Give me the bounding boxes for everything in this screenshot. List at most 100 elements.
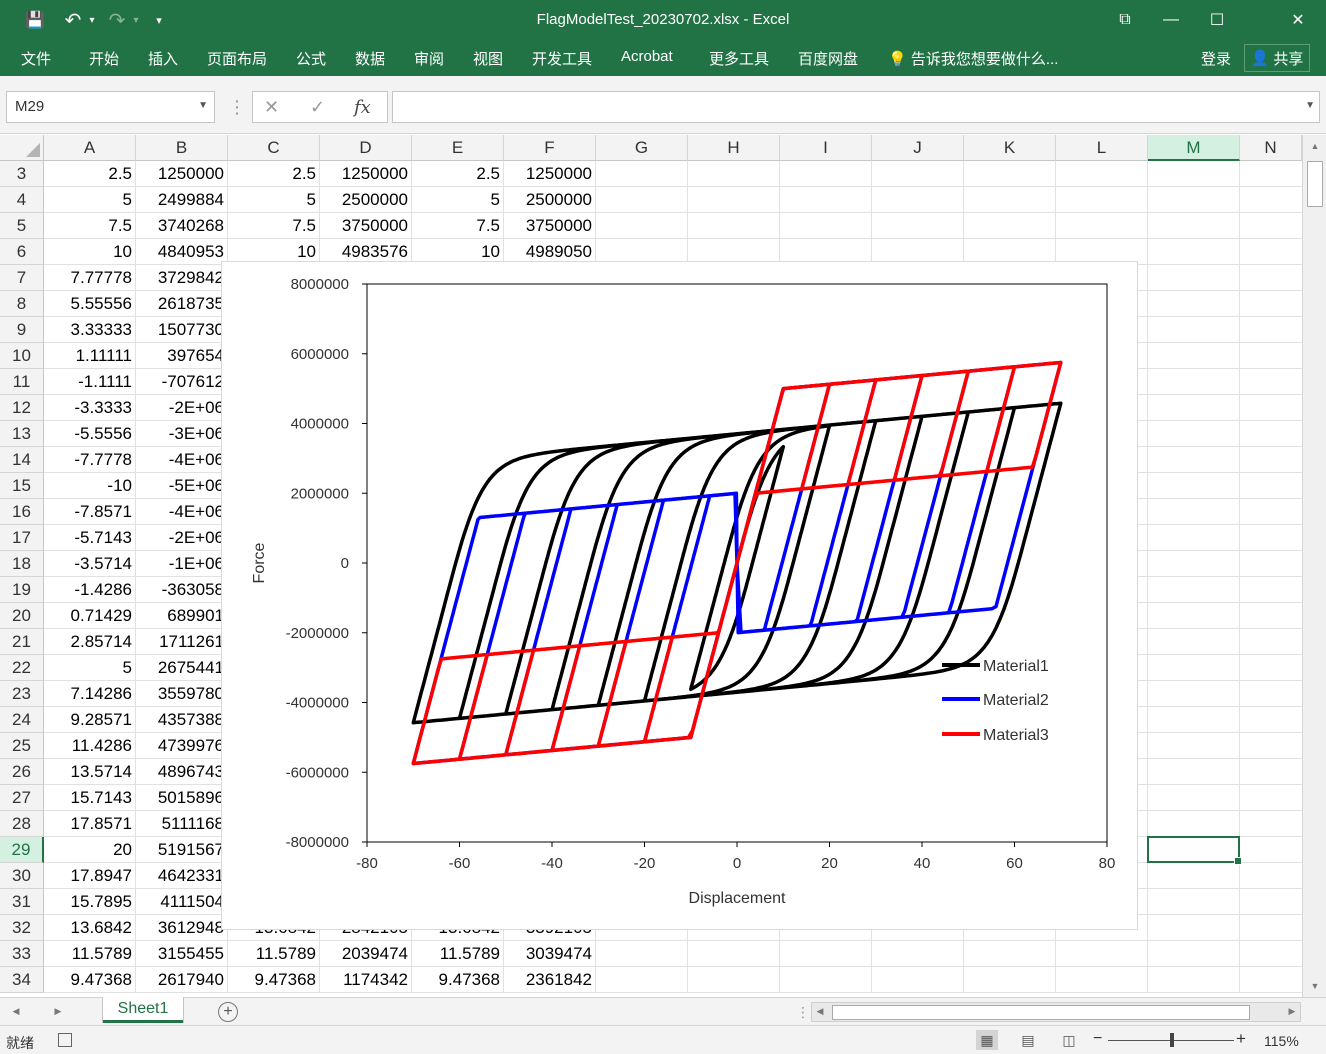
scroll-down-icon[interactable]: ▼	[1307, 981, 1323, 991]
cell-n18[interactable]	[1240, 551, 1302, 577]
cell-i34[interactable]	[780, 967, 872, 993]
cell-b17[interactable]: -2E+06	[136, 525, 228, 551]
cell-f33[interactable]: 3039474	[504, 941, 596, 967]
cell-b24[interactable]: 4357388	[136, 707, 228, 733]
cell-m25[interactable]	[1148, 733, 1240, 759]
row-header-11[interactable]: 11	[0, 369, 44, 395]
row-header-29[interactable]: 29	[0, 837, 44, 863]
cell-b10[interactable]: 397654	[136, 343, 228, 369]
minimize-button[interactable]: —	[1148, 0, 1194, 40]
cell-n15[interactable]	[1240, 473, 1302, 499]
row-header-3[interactable]: 3	[0, 161, 44, 187]
zoom-out-button[interactable]: −	[1093, 1030, 1102, 1048]
column-header-d[interactable]: D	[320, 135, 412, 161]
row-header-9[interactable]: 9	[0, 317, 44, 343]
cell-m34[interactable]	[1148, 967, 1240, 993]
cell-b4[interactable]: 2499884	[136, 187, 228, 213]
chart-object[interactable]: -80 -60 -40 -20 0 20 40 60 80 8000000 6000000 40000…	[221, 261, 1138, 930]
row-header-16[interactable]: 16	[0, 499, 44, 525]
redo-icon[interactable]: ↷	[104, 8, 130, 32]
cell-a11[interactable]: -1.1111	[44, 369, 136, 395]
cell-d34[interactable]: 1174342	[320, 967, 412, 993]
cell-a19[interactable]: -1.4286	[44, 577, 136, 603]
row-header-17[interactable]: 17	[0, 525, 44, 551]
tab-page-layout[interactable]: 页面布局	[207, 48, 267, 69]
cell-m19[interactable]	[1148, 577, 1240, 603]
cell-a7[interactable]: 7.77778	[44, 265, 136, 291]
page-break-view-icon[interactable]: ◫	[1058, 1030, 1080, 1050]
cell-n20[interactable]	[1240, 603, 1302, 629]
row-header-14[interactable]: 14	[0, 447, 44, 473]
undo-icon[interactable]: ↶	[60, 8, 86, 32]
cell-n9[interactable]	[1240, 317, 1302, 343]
cell-n12[interactable]	[1240, 395, 1302, 421]
cell-n7[interactable]	[1240, 265, 1302, 291]
cell-b5[interactable]: 3740268	[136, 213, 228, 239]
cell-n27[interactable]	[1240, 785, 1302, 811]
cell-a34[interactable]: 9.47368	[44, 967, 136, 993]
expand-formula-icon[interactable]: ▼	[1305, 100, 1315, 111]
cell-b21[interactable]: 1711261	[136, 629, 228, 655]
cell-m23[interactable]	[1148, 681, 1240, 707]
scroll-right-icon[interactable]: ▶	[1284, 1006, 1300, 1017]
cell-a3[interactable]: 2.5	[44, 161, 136, 187]
cell-b11[interactable]: -707612	[136, 369, 228, 395]
undo-dropdown-icon[interactable]: ▾	[86, 8, 98, 32]
cell-h5[interactable]	[688, 213, 780, 239]
row-header-25[interactable]: 25	[0, 733, 44, 759]
cell-h3[interactable]	[688, 161, 780, 187]
name-box[interactable]: M29 ▼	[6, 91, 215, 123]
tab-developer[interactable]: 开发工具	[532, 48, 592, 69]
column-header-j[interactable]: J	[872, 135, 964, 161]
cell-m27[interactable]	[1148, 785, 1240, 811]
cell-c4[interactable]: 5	[228, 187, 320, 213]
row-header-27[interactable]: 27	[0, 785, 44, 811]
cell-n29[interactable]	[1240, 837, 1302, 863]
cell-a33[interactable]: 11.5789	[44, 941, 136, 967]
cell-a24[interactable]: 9.28571	[44, 707, 136, 733]
row-header-34[interactable]: 34	[0, 967, 44, 993]
row-header-5[interactable]: 5	[0, 213, 44, 239]
cell-b6[interactable]: 4840953	[136, 239, 228, 265]
cell-k4[interactable]	[964, 187, 1056, 213]
cell-b27[interactable]: 5015896	[136, 785, 228, 811]
cell-e34[interactable]: 9.47368	[412, 967, 504, 993]
scroll-left-icon[interactable]: ◀	[812, 1006, 828, 1017]
cell-a31[interactable]: 15.7895	[44, 889, 136, 915]
cell-l34[interactable]	[1056, 967, 1148, 993]
restore-button[interactable]: ☐	[1194, 0, 1240, 40]
cell-n26[interactable]	[1240, 759, 1302, 785]
cell-d3[interactable]: 1250000	[320, 161, 412, 187]
row-header-19[interactable]: 19	[0, 577, 44, 603]
cell-e4[interactable]: 5	[412, 187, 504, 213]
cell-a16[interactable]: -7.8571	[44, 499, 136, 525]
cell-c34[interactable]: 9.47368	[228, 967, 320, 993]
cell-m10[interactable]	[1148, 343, 1240, 369]
column-header-g[interactable]: G	[596, 135, 688, 161]
tab-view[interactable]: 视图	[473, 48, 503, 69]
cell-n24[interactable]	[1240, 707, 1302, 733]
row-header-26[interactable]: 26	[0, 759, 44, 785]
cell-m5[interactable]	[1148, 213, 1240, 239]
cell-a8[interactable]: 5.55556	[44, 291, 136, 317]
tab-more-tools[interactable]: 更多工具	[709, 48, 769, 69]
scroll-up-icon[interactable]: ▲	[1307, 141, 1323, 151]
cell-m15[interactable]	[1148, 473, 1240, 499]
row-header-10[interactable]: 10	[0, 343, 44, 369]
share-button[interactable]: 👤 共享	[1244, 44, 1310, 72]
insert-function-icon[interactable]: fx	[354, 91, 376, 123]
tab-split-grip-icon[interactable]: ⋮	[796, 1004, 810, 1021]
tab-review[interactable]: 审阅	[414, 48, 444, 69]
cell-b20[interactable]: 689901	[136, 603, 228, 629]
cell-a6[interactable]: 10	[44, 239, 136, 265]
save-icon[interactable]: 💾	[22, 8, 48, 32]
cell-j33[interactable]	[872, 941, 964, 967]
cell-a25[interactable]: 11.4286	[44, 733, 136, 759]
cell-a13[interactable]: -5.5556	[44, 421, 136, 447]
cell-f3[interactable]: 1250000	[504, 161, 596, 187]
cell-m20[interactable]	[1148, 603, 1240, 629]
cell-b14[interactable]: -4E+06	[136, 447, 228, 473]
cell-m11[interactable]	[1148, 369, 1240, 395]
row-header-4[interactable]: 4	[0, 187, 44, 213]
cell-g33[interactable]	[596, 941, 688, 967]
